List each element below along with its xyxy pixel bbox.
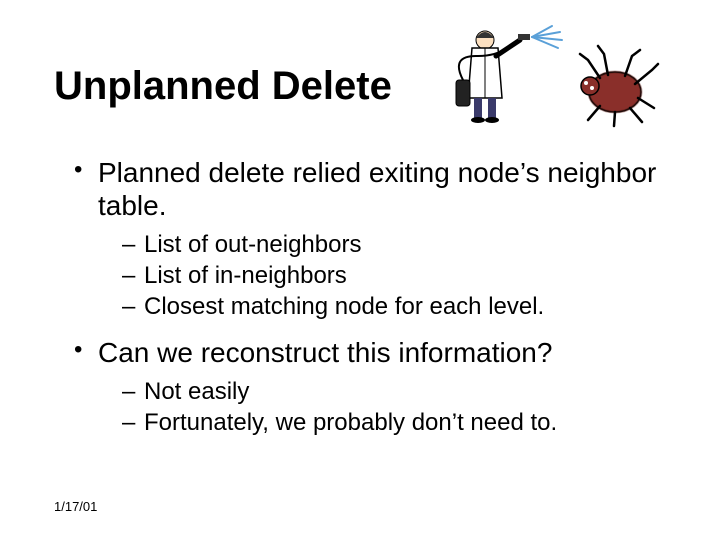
sub-bullet-item: Fortunately, we probably don’t need to. xyxy=(98,408,670,439)
bug-icon xyxy=(580,46,658,126)
slide-title: Unplanned Delete xyxy=(54,64,392,109)
bullet-text: Can we reconstruct this information? xyxy=(98,337,552,368)
bullet-item: Planned delete relied exiting node’s nei… xyxy=(70,156,670,322)
sub-bullet-item: Closest matching node for each level. xyxy=(98,292,670,323)
sub-bullet-item: List of in-neighbors xyxy=(98,261,670,292)
bullet-text: Planned delete relied exiting node’s nei… xyxy=(98,157,656,221)
slide: Unplanned Delete xyxy=(0,0,720,540)
slide-date: 1/17/01 xyxy=(54,499,97,514)
exterminator-icon xyxy=(456,26,562,123)
bullet-item: Can we reconstruct this information? Not… xyxy=(70,336,670,438)
slide-body: Planned delete relied exiting node’s nei… xyxy=(70,156,670,453)
sub-bullet-item: Not easily xyxy=(98,377,670,408)
exterminator-bug-illustration xyxy=(430,20,660,130)
sub-bullet-item: List of out-neighbors xyxy=(98,230,670,261)
